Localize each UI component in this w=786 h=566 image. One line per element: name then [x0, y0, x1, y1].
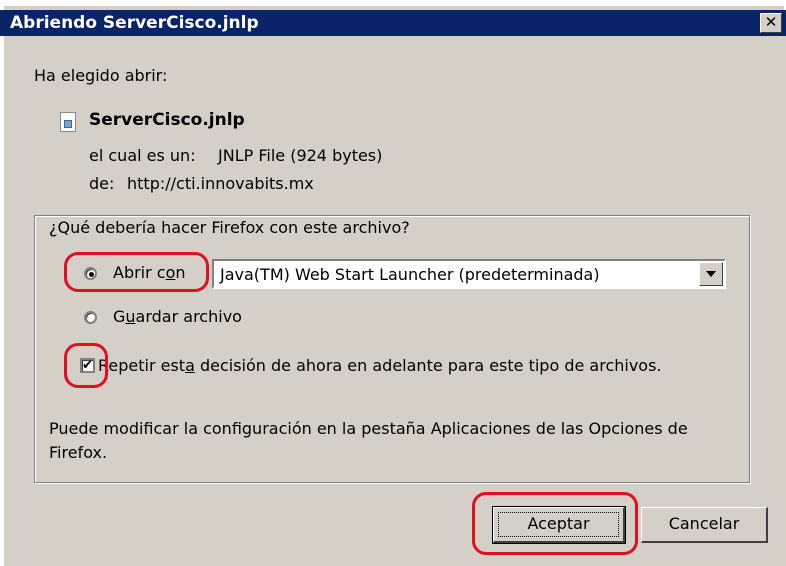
- jnlp-file-icon: [60, 112, 76, 132]
- application-select[interactable]: Java(TM) Web Start Launcher (predetermin…: [212, 259, 726, 289]
- intro-label: Ha elegido abrir:: [34, 66, 168, 85]
- chevron-down-icon: [706, 271, 716, 277]
- file-name: ServerCisco.jnlp: [89, 110, 245, 130]
- settings-note-line1: Puede modificar la configuración en la p…: [49, 419, 688, 438]
- cancel-button-label: Cancelar: [668, 514, 740, 533]
- remember-mnemonic: a: [185, 356, 195, 375]
- close-button[interactable]: ✕: [760, 13, 782, 33]
- save-file-label-post: ardar archivo: [135, 307, 242, 326]
- settings-note-line2: Firefox.: [49, 443, 108, 462]
- application-select-value: Java(TM) Web Start Launcher (predetermin…: [220, 265, 600, 284]
- highlight-accept-button: [472, 492, 638, 555]
- remember-label-post: decisión de ahora en adelante para este …: [194, 356, 662, 375]
- action-group-legend: ¿Qué debería hacer Firefox con este arch…: [46, 218, 413, 237]
- save-file-label[interactable]: Guardar archivo: [113, 307, 242, 326]
- remember-label-pre: Repetir est: [98, 356, 186, 375]
- dropdown-button[interactable]: [699, 262, 723, 286]
- file-type-label: el cual es un:: [89, 146, 196, 165]
- cancel-button[interactable]: Cancelar: [641, 507, 768, 543]
- highlight-remember-checkbox: [64, 343, 108, 388]
- save-file-label-pre: G: [113, 307, 126, 326]
- file-source-label: de:: [89, 174, 115, 193]
- file-type-value: JNLP File (924 bytes): [218, 146, 383, 165]
- save-file-mnemonic: u: [125, 307, 136, 326]
- window-title: Abriendo ServerCisco.jnlp: [10, 13, 259, 33]
- file-icon-glyph: [64, 120, 72, 128]
- file-source-value: http://cti.innovabits.mx: [127, 174, 314, 193]
- remember-decision-label[interactable]: Repetir esta decisión de ahora en adelan…: [98, 356, 662, 375]
- highlight-open-with: [64, 252, 209, 292]
- title-bar[interactable]: Abriendo ServerCisco.jnlp ✕: [0, 10, 786, 36]
- save-file-radio[interactable]: [84, 311, 97, 324]
- close-icon: ✕: [764, 13, 778, 31]
